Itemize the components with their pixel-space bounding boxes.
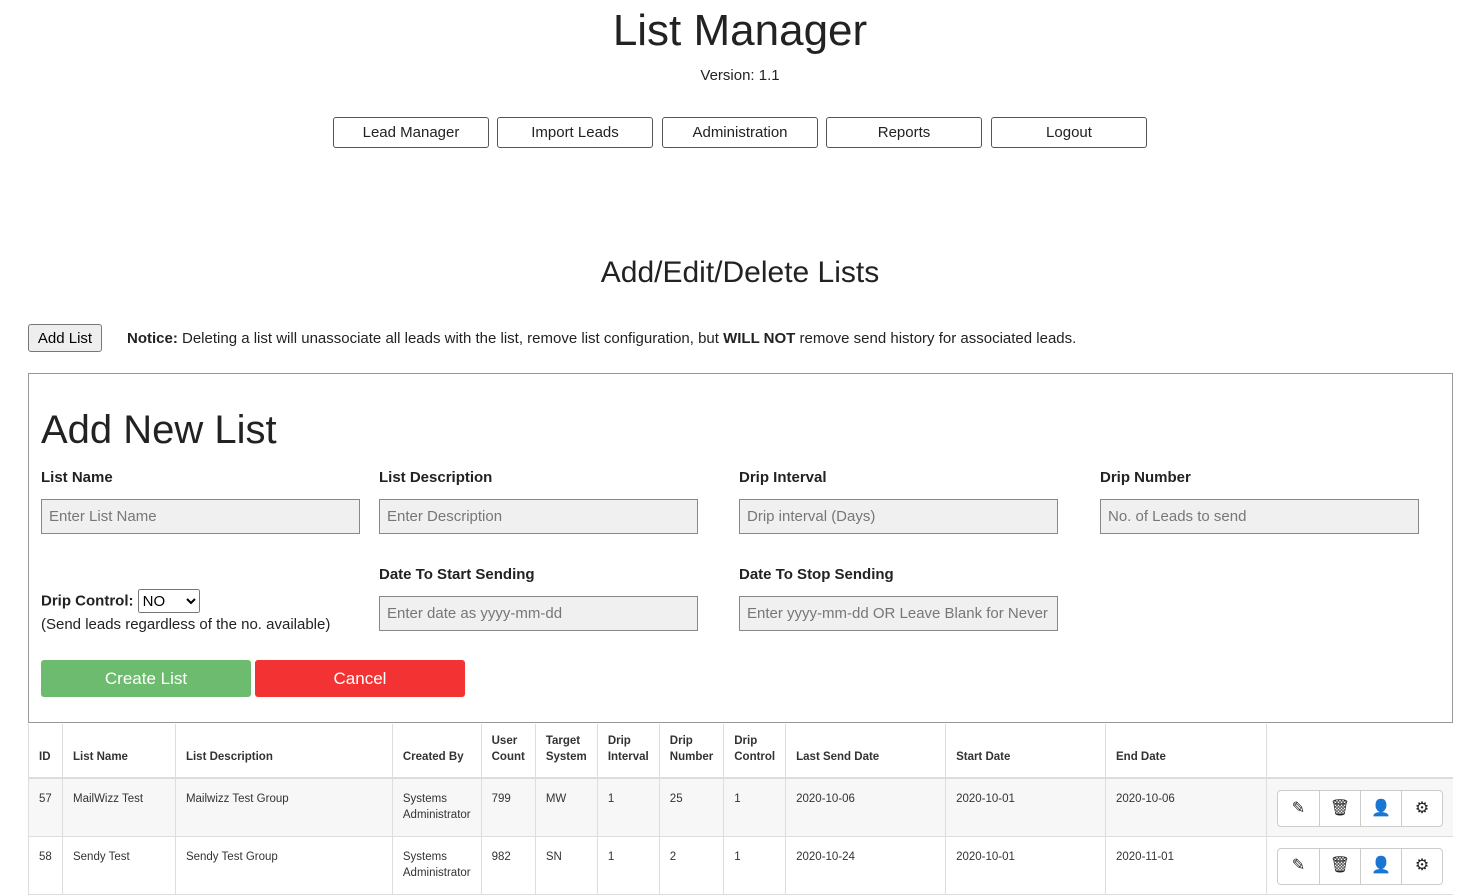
nav-logout[interactable]: Logout: [991, 117, 1147, 148]
section-title: Add/Edit/Delete Lists: [600, 256, 880, 289]
user-icon[interactable]: 👤: [1360, 848, 1401, 884]
action-button-group: ✎ 🗑 👤 ⚙: [1277, 847, 1443, 885]
drip-interval-input[interactable]: [739, 499, 1058, 534]
table-cell: Sendy Test: [61, 836, 176, 895]
column-header[interactable]: Start Date: [945, 724, 1106, 779]
table-cell: Systems Administrator: [391, 778, 482, 837]
list-name-input[interactable]: [41, 499, 360, 534]
column-header[interactable]: Drip Interval: [596, 724, 660, 779]
table-cell: 2020-10-01: [945, 778, 1106, 837]
column-header[interactable]: Last Send Date: [785, 724, 946, 779]
column-header[interactable]: List Name: [61, 724, 176, 779]
column-header[interactable]: End Date: [1105, 724, 1267, 779]
gear-icon[interactable]: ⚙: [1401, 848, 1442, 884]
notice-text-2: remove send history for associated leads…: [795, 330, 1077, 347]
table-cell: 982: [480, 836, 536, 895]
trash-icon[interactable]: 🗑: [1319, 848, 1360, 884]
stop-date-input[interactable]: [739, 596, 1058, 631]
row-actions: ✎ 🗑 👤 ⚙: [1266, 836, 1453, 895]
table-cell: 1: [596, 836, 660, 895]
cancel-button[interactable]: Cancel: [255, 660, 465, 697]
actions-header: [1266, 724, 1453, 779]
table-cell: 2020-10-24: [785, 836, 946, 895]
gear-icon[interactable]: ⚙: [1401, 791, 1442, 826]
table-cell: MailWizz Test: [61, 778, 176, 837]
notice-text-1: Deleting a list will unassociate all lea…: [177, 330, 724, 347]
table-cell: 2020-10-06: [1105, 778, 1267, 837]
table-header-row: ID List Name List Description Created By Use…: [28, 724, 1453, 779]
table-row: 58 Sendy Test Sendy Test Group Systems Admi…: [28, 836, 1453, 895]
column-header[interactable]: Drip Number: [658, 724, 724, 779]
column-header[interactable]: Target System: [534, 724, 598, 779]
table-cell: 2020-10-01: [945, 836, 1106, 895]
notice-text: Notice: Deleting a list will unassociate…: [127, 330, 1076, 347]
table-cell: 2: [658, 836, 724, 895]
lists-table: ID List Name List Description Created By Use…: [28, 724, 1453, 895]
drip-interval-label: Drip Interval: [739, 469, 827, 486]
trash-icon[interactable]: 🗑: [1319, 791, 1360, 826]
table-cell: Mailwizz Test Group: [174, 778, 393, 837]
table-cell: 799: [480, 778, 536, 837]
start-date-label: Date To Start Sending: [379, 566, 535, 583]
nav-reports[interactable]: Reports: [826, 117, 982, 148]
add-list-button[interactable]: Add List: [28, 324, 102, 352]
notice-label: Notice:: [127, 330, 178, 347]
stop-date-label: Date To Stop Sending: [739, 566, 894, 583]
table-cell: 2020-11-01: [1105, 836, 1267, 895]
table-cell: 1: [723, 778, 786, 837]
nav-import-leads[interactable]: Import Leads: [497, 117, 653, 148]
table-cell: 1: [596, 778, 660, 837]
form-title: Add New List: [41, 408, 277, 452]
table-row: 57 MailWizz Test Mailwizz Test Group System…: [28, 778, 1453, 837]
column-header[interactable]: Drip Control: [723, 724, 786, 779]
column-header[interactable]: ID: [28, 724, 63, 779]
column-header[interactable]: User Count: [480, 724, 536, 779]
drip-control-select[interactable]: NO: [137, 589, 200, 613]
notice-strong: WILL NOT: [723, 330, 796, 347]
drip-number-input[interactable]: [1100, 499, 1419, 534]
user-icon[interactable]: 👤: [1360, 791, 1401, 826]
create-list-button[interactable]: Create List: [41, 660, 251, 697]
drip-number-label: Drip Number: [1100, 469, 1191, 486]
column-header[interactable]: List Description: [174, 724, 393, 779]
pencil-icon[interactable]: ✎: [1278, 791, 1319, 826]
table-cell: MW: [534, 778, 598, 837]
page-title: List Manager: [612, 6, 868, 55]
drip-control-label: Drip Control:: [41, 592, 134, 610]
table-cell: Systems Administrator: [391, 836, 482, 895]
row-actions: ✎ 🗑 👤 ⚙: [1266, 778, 1453, 837]
list-description-label: List Description: [379, 469, 493, 486]
table-cell: 58: [28, 836, 63, 895]
table-cell: 57: [28, 778, 63, 837]
drip-control: Drip Control: NO: [41, 589, 200, 613]
table-cell: Sendy Test Group: [174, 836, 393, 895]
table-cell: 2020-10-06: [785, 778, 946, 837]
list-name-label: List Name: [41, 469, 113, 486]
drip-control-hint: (Send leads regardless of the no. availa…: [41, 616, 331, 633]
list-description-input[interactable]: [379, 499, 698, 534]
table-cell: 1: [723, 836, 786, 895]
version-label: Version: 1.1: [700, 67, 780, 84]
nav-lead-manager[interactable]: Lead Manager: [333, 117, 489, 148]
pencil-icon[interactable]: ✎: [1278, 849, 1319, 884]
table-cell: SN: [534, 836, 598, 895]
column-header[interactable]: Created By: [391, 724, 482, 779]
action-button-group: ✎ 🗑 👤 ⚙: [1277, 790, 1443, 827]
nav-administration[interactable]: Administration: [662, 117, 818, 148]
start-date-input[interactable]: [379, 596, 698, 631]
table-cell: 25: [658, 778, 724, 837]
